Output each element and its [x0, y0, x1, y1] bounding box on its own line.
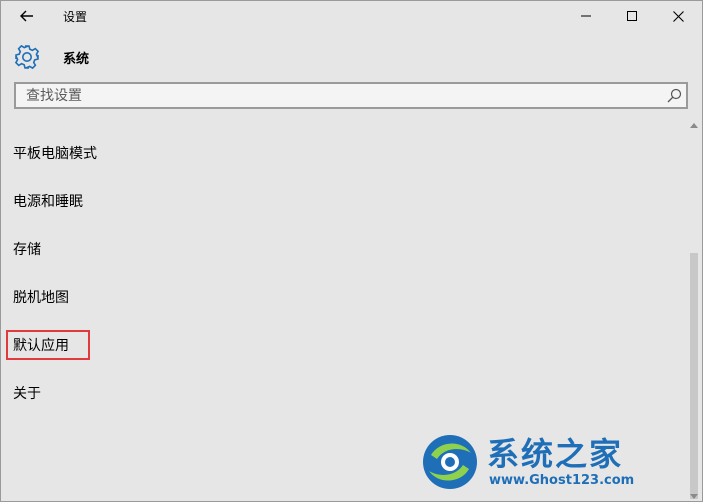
minimize-icon: [581, 15, 591, 17]
arrow-left-icon: [20, 10, 33, 22]
watermark-url: www.Ghost123.com: [489, 473, 635, 488]
menu-item-storage[interactable]: 存储: [13, 236, 41, 262]
scroll-thumb[interactable]: [690, 253, 698, 499]
watermark-title: 系统之家: [487, 435, 624, 473]
back-button[interactable]: [9, 4, 45, 28]
close-button[interactable]: [655, 1, 701, 31]
scroll-down-arrow-icon[interactable]: [690, 494, 698, 499]
section-title: 系统: [63, 51, 90, 67]
minimize-button[interactable]: [563, 1, 609, 31]
highlight-box: [6, 330, 90, 360]
watermark-logo-icon: [423, 435, 477, 489]
section-header: 系统: [13, 43, 89, 71]
menu-item-power-sleep[interactable]: 电源和睡眠: [13, 188, 83, 214]
search-icon[interactable]: [667, 88, 682, 103]
search-input[interactable]: [16, 84, 676, 107]
settings-window: 设置 系统 查找设置 平板电脑模式 电源和睡眠 存储 脱机地图 默认应用 关于 …: [0, 0, 703, 502]
maximize-icon: [627, 11, 637, 21]
menu-item-about[interactable]: 关于: [13, 380, 41, 406]
maximize-button[interactable]: [609, 1, 655, 31]
search-box[interactable]: [14, 82, 688, 109]
gear-icon: [14, 44, 40, 70]
close-icon: [672, 10, 684, 22]
watermark: 系统之家 www.Ghost123.com: [421, 429, 686, 499]
title-bar: 设置: [1, 1, 702, 31]
menu-item-tablet-mode[interactable]: 平板电脑模式: [13, 140, 97, 166]
app-title: 设置: [63, 10, 88, 24]
menu-item-offline-maps[interactable]: 脱机地图: [13, 284, 69, 310]
scroll-up-arrow-icon[interactable]: [690, 123, 698, 128]
scrollbar[interactable]: [687, 121, 701, 501]
